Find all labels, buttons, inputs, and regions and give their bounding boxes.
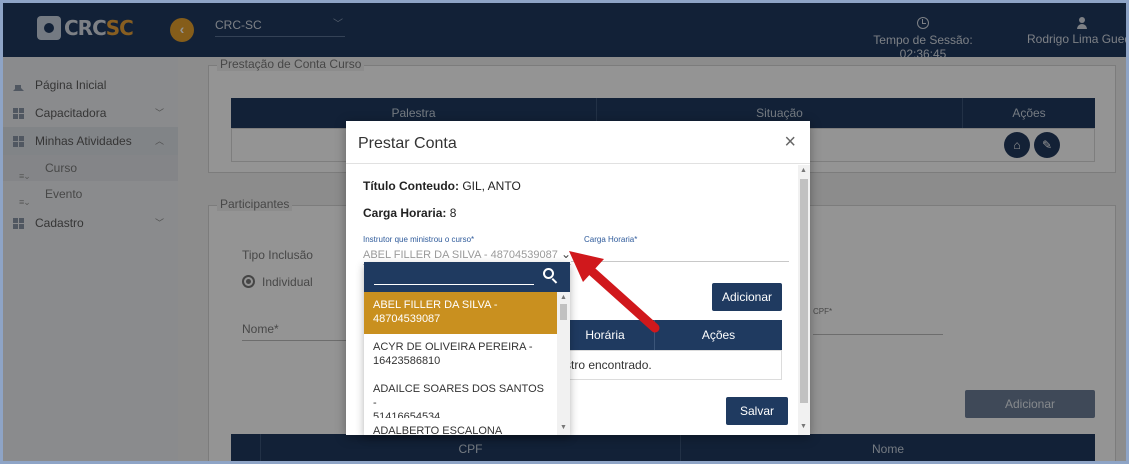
adicionar-button[interactable]: Adicionar [712,283,782,311]
scroll-down-icon: ▼ [800,423,807,430]
dropdown-search-bar [364,262,570,292]
carga-horaria: Carga Horaria: 8 [363,206,456,220]
dropdown-option[interactable]: ADALBERTO ESCALONA [364,418,557,435]
instrutor-label: Instrutor que ministrou o curso* [363,235,475,244]
instrutor-table-header: Horária Ações [556,320,782,350]
carga-field-label: Carga Horaria* [584,235,638,244]
dropdown-scrollbar[interactable]: ▲ ▼ [557,292,570,435]
carga-value: 8 [449,206,457,220]
instrutor-select-value: ABEL FILLER DA SILVA - 48704539087 [363,249,558,261]
search-icon[interactable] [543,268,554,279]
close-button[interactable]: × [784,131,796,153]
col-horaria: Horária [585,328,625,342]
dropdown-option[interactable]: ADAILCE SOARES DOS SANTOS - 51416654534 [364,376,557,423]
empty-table-row: stro encontrado. [556,350,782,380]
dropdown-option[interactable]: ACYR DE OLIVEIRA PEREIRA - 16423586810 [364,334,557,376]
instrutor-dropdown: ABEL FILLER DA SILVA - 48704539087 ACYR … [364,262,570,435]
empty-message: stro encontrado. [565,358,652,372]
titulo-conteudo: Título Conteudo: GIL, ANTO [363,179,521,193]
dropdown-search-input[interactable] [374,267,534,285]
scroll-thumb[interactable] [800,179,808,403]
scroll-down-icon: ▼ [560,424,567,431]
modal-title: Prestar Conta [358,135,457,152]
chevron-down-icon: ⌄ [560,247,571,261]
scroll-thumb[interactable] [560,304,567,320]
close-icon: × [784,131,796,153]
scroll-up-icon: ▲ [560,294,567,301]
scroll-up-icon: ▲ [800,167,807,174]
carga-label: Carga Horaria: [363,206,447,220]
carga-horaria-input[interactable] [571,261,789,262]
titulo-label: Título Conteudo: [363,179,459,193]
col-acoes: Ações [654,320,782,350]
salvar-button[interactable]: Salvar [726,397,788,425]
titulo-value: GIL, ANTO [462,179,521,193]
dropdown-option[interactable]: ABEL FILLER DA SILVA - 48704539087 [364,292,557,334]
app-window: CRCSC ‹ CRC-SC ﹀ Tempo de Sessão: 02:36:… [0,0,1129,464]
modal-divider [346,163,810,164]
modal-scrollbar[interactable]: ▲ ▼ [798,165,810,435]
